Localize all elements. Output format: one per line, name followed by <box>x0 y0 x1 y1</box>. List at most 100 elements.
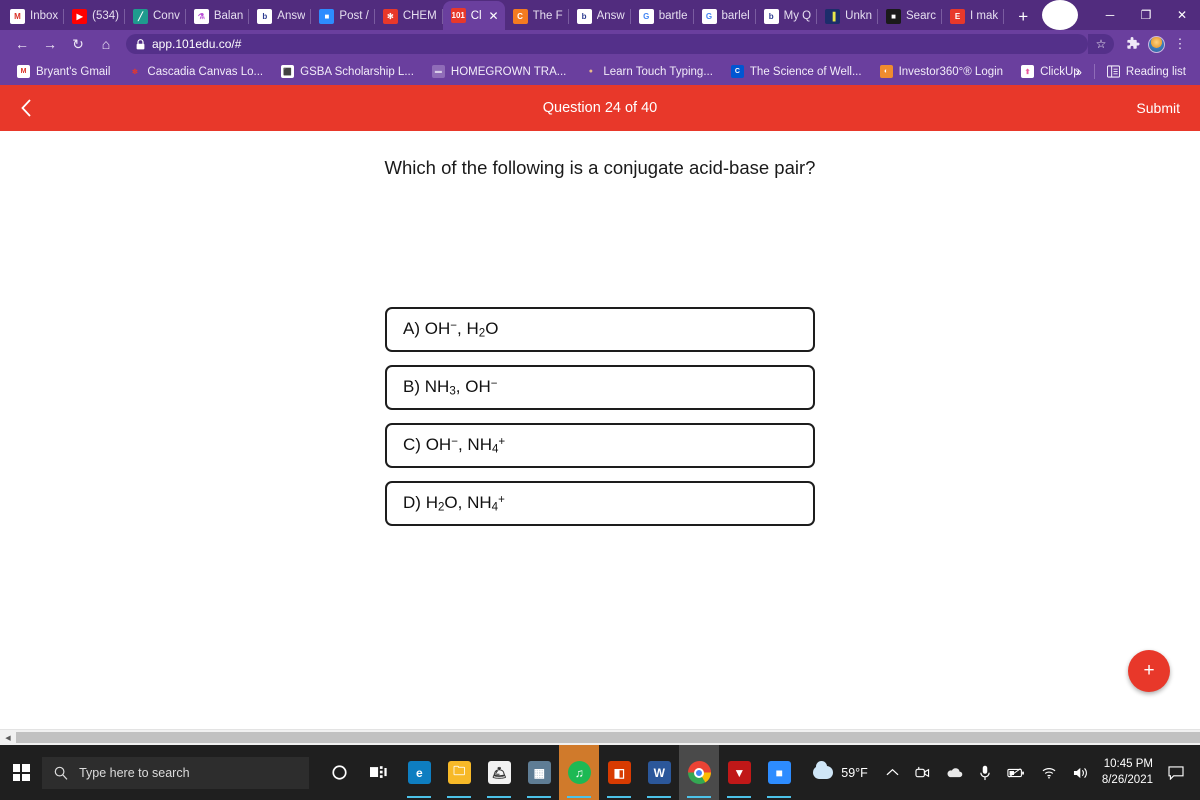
clock-time: 10:45 PM <box>1103 757 1153 770</box>
answer-option-c[interactable]: C) OH−, NH4+ <box>385 423 815 468</box>
taskbar-microsoft-store-icon[interactable]: 🛎 <box>479 745 519 800</box>
browser-tab-title: Conv <box>153 10 180 22</box>
taskbar-mcafee-icon[interactable]: ▼ <box>719 745 759 800</box>
quiz-header: Question 24 of 40 Submit <box>0 85 1200 131</box>
browser-tab[interactable]: b Answ <box>569 2 631 30</box>
browser-tab[interactable]: Gbartle <box>631 2 694 30</box>
file-explorer-icon: 🗀 <box>447 761 471 784</box>
browser-tab[interactable]: C The F <box>505 2 569 30</box>
word-icon: W <box>647 761 671 784</box>
canvas-icon: ✻ <box>128 65 142 78</box>
scrollbar-thumb[interactable] <box>16 732 1200 743</box>
taskbar-word-icon[interactable]: W <box>639 745 679 800</box>
task-view-icon[interactable] <box>359 745 399 800</box>
taskbar-search-placeholder: Type here to search <box>79 765 190 780</box>
bookmark-item[interactable]: C The Science of Well... <box>722 65 871 78</box>
new-tab-button[interactable]: + <box>1010 4 1036 30</box>
battery-icon[interactable] <box>999 745 1033 800</box>
browser-tab-title: The F <box>532 10 563 22</box>
address-bar-text: app.101edu.co/# <box>152 37 242 51</box>
investor360-icon: ◐ <box>879 65 893 78</box>
browser-toolbar: ← → ↻ ⌂ app.101edu.co/# ☆ ⋮ <box>0 30 1200 58</box>
browser-tab-title: I mak <box>970 10 999 22</box>
browser-tab[interactable]: M Inbox <box>2 2 65 30</box>
tray-overflow-icon[interactable] <box>878 745 907 800</box>
browser-tab[interactable]: ■ Post / <box>311 2 375 30</box>
scroll-left-arrow[interactable]: ◀ <box>0 730 16 746</box>
volume-icon[interactable] <box>1065 745 1096 800</box>
browser-tab[interactable]: ■ Searc <box>878 2 943 30</box>
onedrive-icon[interactable] <box>938 745 971 800</box>
bookmarks-bar-right: » Reading list <box>1067 64 1194 79</box>
wifi-icon[interactable] <box>1033 745 1065 800</box>
reading-list-button[interactable]: Reading list <box>1099 65 1194 78</box>
browser-tab[interactable]: ▐ Unkn <box>817 2 878 30</box>
microphone-icon[interactable] <box>971 745 999 800</box>
close-tab-icon[interactable]: ✕ <box>487 9 501 23</box>
cortana-icon[interactable] <box>319 745 359 800</box>
add-button-fab[interactable]: + <box>1128 650 1170 692</box>
maximize-button[interactable]: ❐ <box>1128 0 1164 30</box>
browser-tab[interactable]: ╱ Conv <box>125 2 186 30</box>
taskbar-clock[interactable]: 10:45 PM 8/26/2021 <box>1096 757 1162 788</box>
home-icon[interactable]: ⌂ <box>92 30 120 58</box>
horizontal-scrollbar[interactable]: ◀ <box>0 729 1200 745</box>
browser-tab[interactable]: b Answ <box>249 2 312 30</box>
browser-tab[interactable]: Gbarlel <box>694 2 756 30</box>
notification-center-icon[interactable] <box>1162 765 1196 780</box>
bookmark-label: Bryant's Gmail <box>36 65 111 78</box>
answer-options-list: A) OH−, H2O B) NH3, OH− C) OH−, NH4+ D) H2O… <box>385 307 815 526</box>
back-icon[interactable]: ← <box>8 30 36 58</box>
bookmark-label: Learn Touch Typing... <box>603 65 713 78</box>
answer-option-b[interactable]: B) NH3, OH− <box>385 365 815 410</box>
answer-option-a[interactable]: A) OH−, H2O <box>385 307 815 352</box>
taskbar-spotify-icon[interactable]: ♫ <box>559 745 600 800</box>
close-button[interactable]: ✕ <box>1164 0 1200 30</box>
weather-widget[interactable]: 59°F <box>799 761 878 780</box>
browser-tab[interactable]: 101 Cl ✕ <box>442 1 505 30</box>
answer-option-d[interactable]: D) H2O, NH4+ <box>385 481 815 526</box>
microsoft-store-icon: 🛎 <box>487 761 511 784</box>
quiz-progress-title: Question 24 of 40 <box>542 100 658 116</box>
reload-icon[interactable]: ↻ <box>64 30 92 58</box>
start-button[interactable] <box>0 745 42 800</box>
browser-tab[interactable]: ⚗ Balan <box>186 2 250 30</box>
typing-icon: ● <box>584 65 598 78</box>
taskbar-zoom-icon[interactable]: ■ <box>759 745 799 800</box>
quiz-back-button[interactable] <box>20 98 44 118</box>
bookmark-item[interactable]: ● Learn Touch Typing... <box>575 65 722 78</box>
taskbar-calculator-icon[interactable]: ▦ <box>519 745 559 800</box>
browser-menu-icon[interactable]: ⋮ <box>1168 32 1192 56</box>
browser-tab[interactable]: E I mak <box>942 2 1005 30</box>
zoom-tray-icon[interactable] <box>907 745 938 800</box>
taskbar-edge-icon[interactable]: e <box>399 745 439 800</box>
browser-tab[interactable]: ✻ CHEM <box>375 2 443 30</box>
taskbar-office-icon[interactable]: ◧ <box>599 745 639 800</box>
address-bar[interactable]: app.101edu.co/# <box>126 34 1088 54</box>
browser-tab[interactable]: b My Q <box>756 2 818 30</box>
answer-option-label: C) OH−, NH4+ <box>403 435 506 456</box>
bookmark-item[interactable]: M Bryant's Gmail <box>8 65 119 78</box>
cylinder-icon: ▐ <box>825 8 841 24</box>
bookmark-star-icon[interactable]: ☆ <box>1088 34 1114 54</box>
browser-tab-title: Searc <box>906 10 937 22</box>
taskbar-chrome-icon[interactable] <box>679 745 720 800</box>
bookmark-item[interactable]: ✻ Cascadia Canvas Lo... <box>119 65 272 78</box>
submit-button[interactable]: Submit <box>1136 100 1180 116</box>
taskbar-search-input[interactable]: Type here to search <box>42 756 310 789</box>
profile-badge-icon[interactable]: ▼ <box>1042 0 1078 30</box>
coursera-icon: C <box>730 65 744 78</box>
browser-tab-title: bartle <box>658 10 688 22</box>
reading-list-label: Reading list <box>1125 65 1186 78</box>
bookmark-item[interactable]: ⬛ GSBA Scholarship L... <box>272 65 423 78</box>
taskbar-file-explorer-icon[interactable]: 🗀 <box>439 745 479 800</box>
forward-icon[interactable]: → <box>36 30 64 58</box>
minimize-button[interactable]: ─ <box>1092 0 1128 30</box>
bookmark-item[interactable]: ▬ HOMEGROWN TRA... <box>423 65 575 78</box>
bookmarks-bar: M Bryant's Gmail ✻ Cascadia Canvas Lo... ⬛ GS… <box>0 58 1200 85</box>
browser-tab[interactable]: ▶ (534) <box>64 2 125 30</box>
avatar[interactable] <box>1144 32 1168 56</box>
bookmark-item[interactable]: ◐ Investor360°® Login <box>871 65 1013 78</box>
bookmarks-overflow-button[interactable]: » <box>1067 65 1090 79</box>
extensions-icon[interactable] <box>1120 32 1144 56</box>
